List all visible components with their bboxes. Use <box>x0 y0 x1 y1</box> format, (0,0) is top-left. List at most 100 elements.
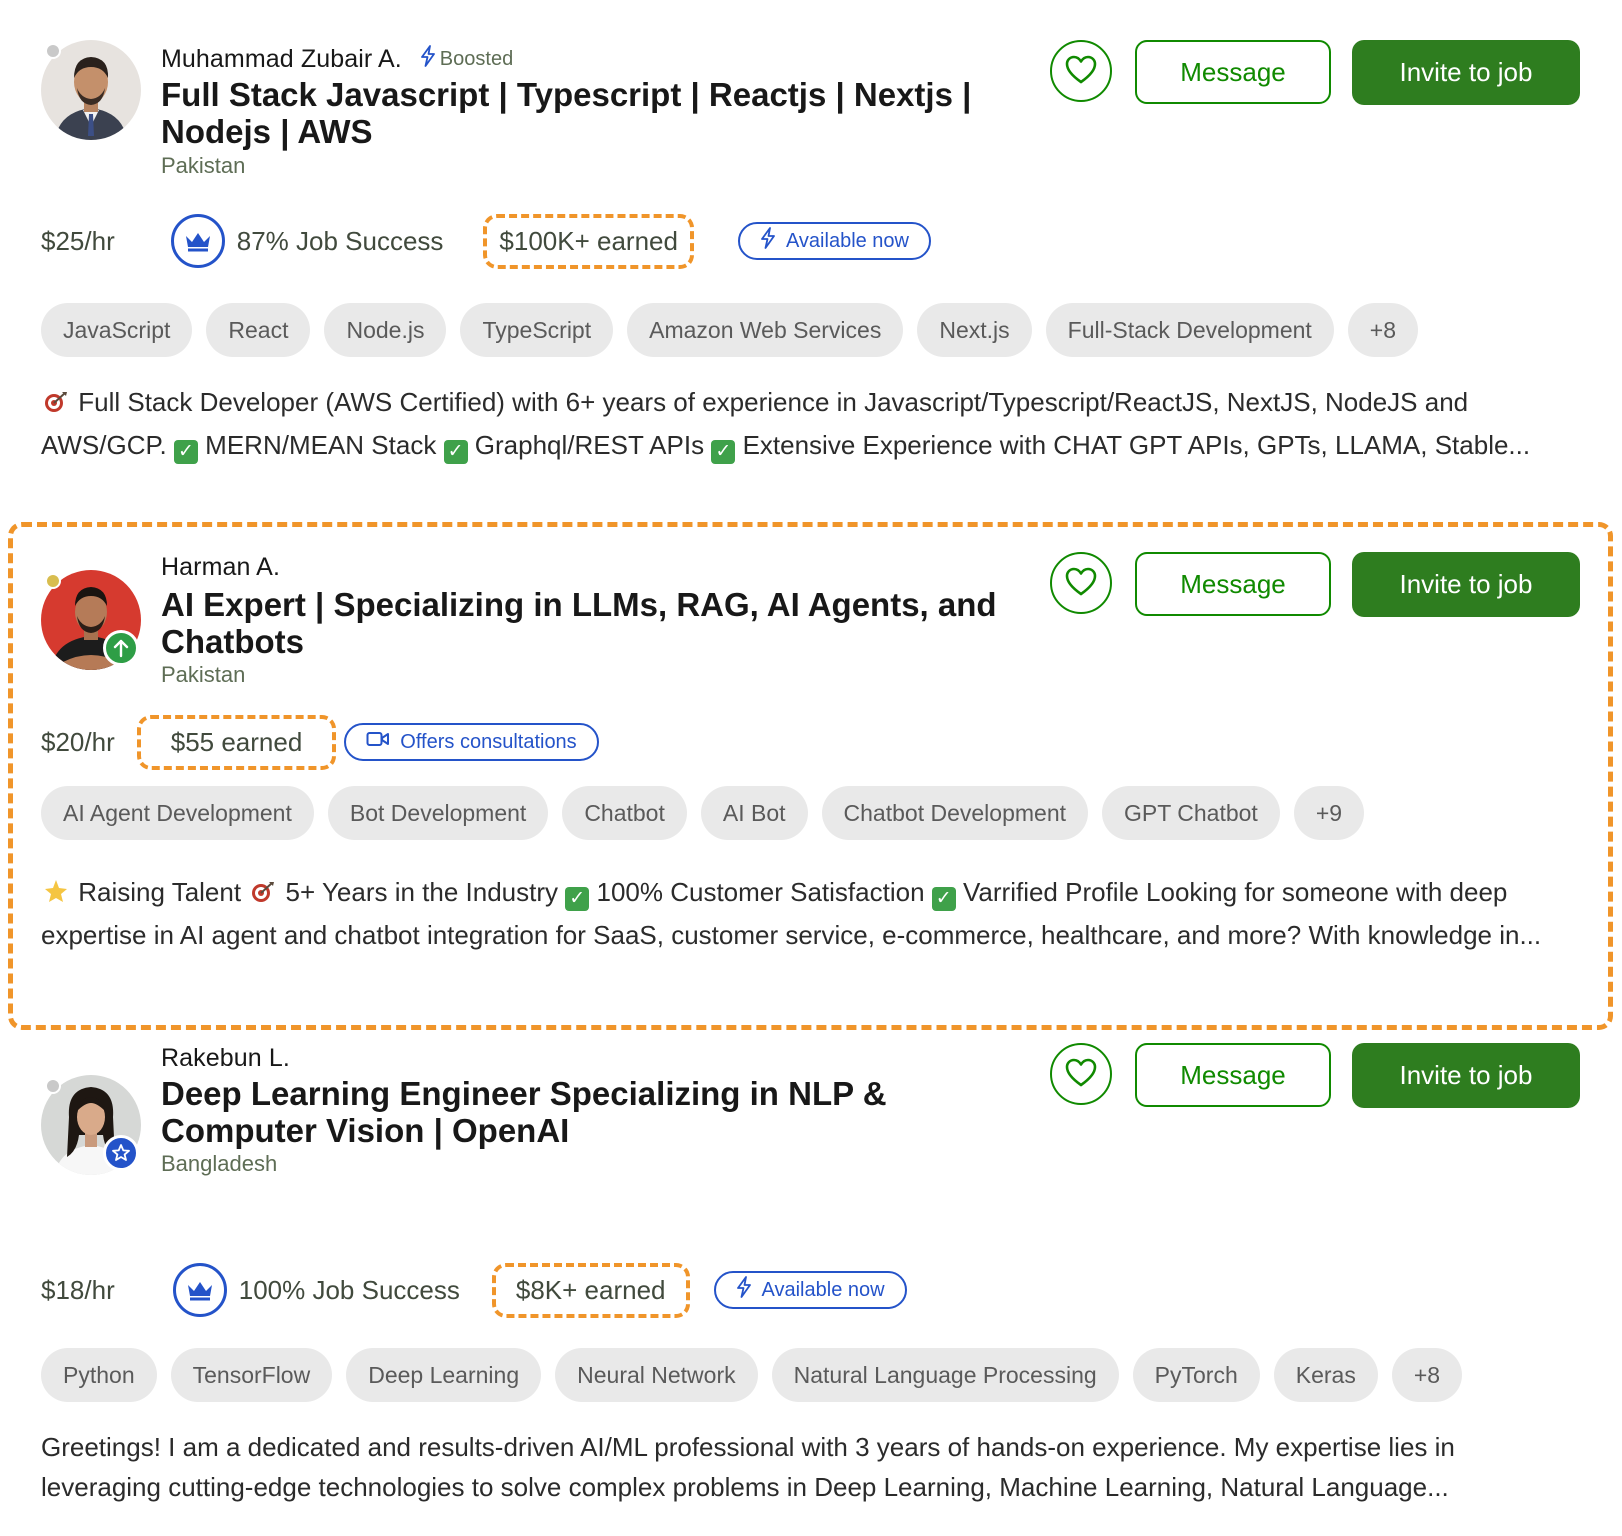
profile-description[interactable]: Greetings! I am a dedicated and results-… <box>41 1427 1581 1507</box>
job-success: 87% Job Success <box>170 214 444 268</box>
more-skills-tag[interactable]: +9 <box>1293 786 1365 840</box>
profile-description[interactable]: Raising Talent 5+ Years in the Industry … <box>41 872 1581 955</box>
profile-description[interactable]: Full Stack Developer (AWS Certified) wit… <box>41 382 1581 465</box>
skill-tag[interactable]: GPT Chatbot <box>1102 786 1280 840</box>
job-success-label: 87% Job Success <box>236 225 444 256</box>
profile-title[interactable]: Full Stack Javascript | Typescript | Rea… <box>161 76 1041 150</box>
skill-tag[interactable]: Deep Learning <box>346 1348 542 1402</box>
boosted-label: Boosted <box>439 47 514 70</box>
description-text: Full Stack Developer (AWS Certified) wit… <box>78 387 1469 417</box>
total-earned: $55 earned <box>136 714 337 770</box>
bolt-icon <box>760 227 776 255</box>
more-skills-tag[interactable]: +8 <box>1347 303 1419 357</box>
availability-label: Available now <box>785 229 909 252</box>
country: Pakistan <box>161 153 246 178</box>
skill-tag[interactable]: Keras <box>1273 1348 1378 1402</box>
rising-talent-icon <box>103 630 139 666</box>
description-text: Raising Talent <box>78 877 242 907</box>
description-text: MERN/MEAN Stack <box>205 430 437 460</box>
skill-tag[interactable]: AI Agent Development <box>41 786 314 840</box>
target-icon <box>43 385 69 425</box>
job-success: 100% Job Success <box>172 1263 460 1317</box>
target-icon <box>250 875 276 915</box>
bolt-icon <box>736 1276 752 1304</box>
skill-tag[interactable]: Next.js <box>917 303 1032 357</box>
skill-tag[interactable]: Neural Network <box>555 1348 758 1402</box>
offers-consultations-badge: Offers consultations <box>344 723 599 761</box>
expert-vetted-icon <box>103 1135 139 1171</box>
heart-icon <box>1065 567 1097 600</box>
skill-tag[interactable]: React <box>206 303 311 357</box>
freelancer-name[interactable]: Harman A. <box>161 553 280 582</box>
save-freelancer-button[interactable] <box>1050 40 1112 102</box>
video-camera-icon <box>366 730 390 754</box>
skills-list: AI Agent Development Bot Development Cha… <box>41 786 1365 840</box>
description-text: leveraging cutting-edge technologies to … <box>41 1472 1449 1502</box>
more-skills-tag[interactable]: +8 <box>1391 1348 1463 1402</box>
skill-tag[interactable]: AI Bot <box>700 786 808 840</box>
freelancer-card-3[interactable]: Rakebun L. Deep Learning Engineer Specia… <box>0 1035 1622 1536</box>
description-text: 100% Customer Satisfaction <box>596 877 925 907</box>
stats-row: $25/hr 87% Job Success $100K+ earned Ava… <box>41 213 931 269</box>
skill-tag[interactable]: Natural Language Processing <box>771 1348 1119 1402</box>
freelancer-name[interactable]: Rakebun L. <box>161 1044 290 1073</box>
description-text: Graphql/REST APIs <box>474 430 705 460</box>
available-now-badge: Available now <box>713 1271 907 1309</box>
skill-tag[interactable]: Chatbot Development <box>821 786 1088 840</box>
skill-tag[interactable]: JavaScript <box>41 303 193 357</box>
message-button[interactable]: Message <box>1135 552 1331 616</box>
freelancer-card-1[interactable]: Muhammad Zubair A. Boosted Full Stack Ja… <box>0 0 1622 505</box>
hourly-rate: $20/hr <box>41 726 115 757</box>
skill-tag[interactable]: TensorFlow <box>170 1348 333 1402</box>
message-button[interactable]: Message <box>1135 1043 1331 1107</box>
skill-tag[interactable]: TypeScript <box>460 303 614 357</box>
skill-tag[interactable]: Bot Development <box>327 786 549 840</box>
country: Bangladesh <box>161 1151 278 1176</box>
freelancer-name[interactable]: Muhammad Zubair A. <box>161 45 402 74</box>
offline-status-dot <box>45 1078 61 1094</box>
job-success-label: 100% Job Success <box>238 1274 460 1305</box>
profile-title[interactable]: AI Expert | Specializing in LLMs, RAG, A… <box>161 586 1041 660</box>
skill-tag[interactable]: Python <box>41 1348 157 1402</box>
checkmark-icon: ✓ <box>931 887 956 911</box>
skills-list: JavaScript React Node.js TypeScript Amaz… <box>41 303 1419 357</box>
save-freelancer-button[interactable] <box>1050 1043 1112 1105</box>
skill-tag[interactable]: Amazon Web Services <box>627 303 904 357</box>
checkmark-icon: ✓ <box>565 887 590 911</box>
message-button[interactable]: Message <box>1135 40 1331 104</box>
skills-list: Python TensorFlow Deep Learning Neural N… <box>41 1348 1463 1402</box>
country: Pakistan <box>161 662 246 687</box>
skill-tag[interactable]: Chatbot <box>562 786 687 840</box>
invite-to-job-button[interactable]: Invite to job <box>1352 1043 1580 1108</box>
total-earned: $8K+ earned <box>491 1262 690 1318</box>
checkmark-icon: ✓ <box>443 440 468 464</box>
boosted-badge: Boosted <box>420 45 513 73</box>
skill-tag[interactable]: Node.js <box>324 303 447 357</box>
offline-status-dot <box>45 43 61 59</box>
checkmark-icon: ✓ <box>711 440 736 464</box>
save-freelancer-button[interactable] <box>1050 552 1112 614</box>
heart-icon <box>1065 55 1097 88</box>
online-status-dot <box>45 573 61 589</box>
invite-to-job-button[interactable]: Invite to job <box>1352 40 1580 105</box>
consultations-label: Offers consultations <box>400 730 577 753</box>
availability-label: Available now <box>761 1278 885 1301</box>
hourly-rate: $18/hr <box>41 1274 115 1305</box>
description-text: 5+ Years in the Industry <box>285 877 559 907</box>
skill-tag[interactable]: PyTorch <box>1132 1348 1260 1402</box>
invite-to-job-button[interactable]: Invite to job <box>1352 552 1580 617</box>
top-rated-crown-icon <box>172 1263 227 1317</box>
skill-tag[interactable]: Full-Stack Development <box>1045 303 1334 357</box>
checkmark-icon: ✓ <box>173 440 198 464</box>
description-text: Extensive Experience with CHAT GPT APIs,… <box>742 430 1531 460</box>
heart-icon <box>1065 1058 1097 1091</box>
stats-row: $18/hr 100% Job Success $8K+ earned Avai… <box>41 1262 907 1318</box>
bolt-icon <box>420 45 436 73</box>
freelancer-card-2[interactable]: Harman A. AI Expert | Specializing in LL… <box>0 522 1622 1032</box>
description-text: expertise in AI agent and chatbot integr… <box>41 920 1542 950</box>
profile-title[interactable]: Deep Learning Engineer Specializing in N… <box>161 1075 1011 1149</box>
description-text: AWS/GCP. <box>41 430 167 460</box>
stats-row: $20/hr $55 earned Offers consultations <box>41 714 599 770</box>
hourly-rate: $25/hr <box>41 225 115 256</box>
description-text: Varrified Profile Looking for someone wi… <box>963 877 1508 907</box>
